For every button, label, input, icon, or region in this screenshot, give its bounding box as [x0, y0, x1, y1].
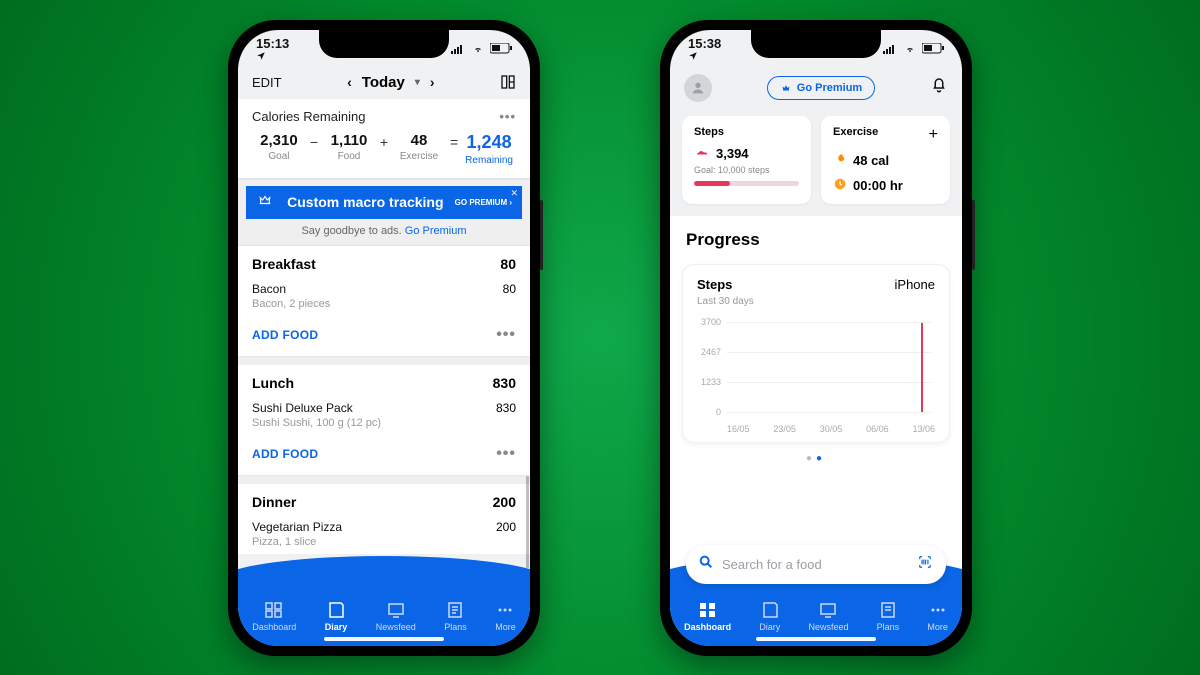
subpromo-text: Say goodbye to ads. Go Premium: [238, 221, 530, 245]
meal-total: 200: [493, 494, 516, 510]
promo-area: Custom macro tracking GO PREMIUM › ✕ Say…: [238, 179, 530, 246]
search-input[interactable]: Search for a food: [686, 545, 946, 584]
shoe-icon: [694, 146, 710, 161]
flame-icon: [833, 152, 847, 169]
wifi-icon: [903, 44, 917, 54]
promo-cta: GO PREMIUM ›: [455, 198, 512, 207]
steps-value: 3,394: [716, 146, 749, 161]
food-calories: 80: [503, 282, 516, 310]
food-item[interactable]: Sushi Deluxe PackSushi Sushi, 100 g (12 …: [238, 397, 530, 435]
crown-icon: [256, 193, 276, 212]
steps-chart: 3700 2467 1233 0 16/05 23/05 30/05 06/06…: [697, 319, 935, 434]
tab-diary[interactable]: Diary: [325, 602, 348, 632]
tab-dashboard[interactable]: Dashboard: [684, 602, 731, 632]
add-exercise-button[interactable]: +: [929, 126, 938, 144]
avatar[interactable]: [684, 74, 712, 102]
scrollbar[interactable]: [526, 476, 529, 568]
signal-icon: [883, 44, 898, 54]
steps-progress-bar: [694, 181, 799, 186]
status-time: 15:13: [256, 36, 289, 51]
screen-dashboard: 15:38 Go Premium Steps 3,394 Goal: 10,00…: [670, 30, 962, 646]
food-calories: 830: [496, 401, 516, 429]
meal-total: 830: [493, 375, 516, 391]
meal-section-dinner: Dinner 200 Vegetarian PizzaPizza, 1 slice…: [238, 484, 530, 554]
battery-icon: [490, 43, 512, 54]
go-premium-button[interactable]: Go Premium: [767, 76, 875, 100]
steps-chart-card[interactable]: Steps Last 30 days iPhone 3700 2467 1233…: [682, 264, 950, 443]
summary-cards: Steps 3,394 Goal: 10,000 steps Exercise+…: [670, 112, 962, 216]
prev-day-button[interactable]: ‹: [347, 74, 352, 90]
progress-section: Progress Steps Last 30 days iPhone 3700 …: [670, 216, 962, 568]
bell-icon[interactable]: [930, 76, 948, 99]
barcode-icon[interactable]: [916, 555, 934, 574]
home-indicator[interactable]: [324, 637, 444, 641]
chart-device: iPhone: [895, 277, 935, 307]
tab-bar: Dashboard Diary Newsfeed Plans More: [238, 568, 530, 646]
home-indicator[interactable]: [756, 637, 876, 641]
meal-name: Breakfast: [252, 256, 316, 272]
screen-diary: 15:13 EDIT ‹ Today ▾ › Calories Remainin…: [238, 30, 530, 646]
more-icon[interactable]: •••: [499, 109, 516, 124]
exercise-time: 00:00 hr: [853, 178, 903, 193]
food-item[interactable]: BaconBacon, 2 pieces 80: [238, 278, 530, 316]
chart-data-spike: [921, 323, 923, 412]
exercise-cal: 48 cal: [853, 153, 889, 168]
tab-newsfeed[interactable]: Newsfeed: [808, 602, 848, 632]
tab-more[interactable]: More: [927, 602, 948, 632]
tab-diary[interactable]: Diary: [759, 602, 780, 632]
tab-dashboard[interactable]: Dashboard: [252, 602, 296, 632]
tab-plans[interactable]: Plans: [877, 602, 900, 632]
close-icon[interactable]: ✕: [510, 188, 518, 199]
dashboard-header: Go Premium: [670, 68, 962, 112]
promo-banner[interactable]: Custom macro tracking GO PREMIUM › ✕: [246, 186, 522, 219]
edit-button[interactable]: EDIT: [252, 75, 282, 90]
search-icon: [698, 554, 714, 575]
add-food-button[interactable]: ADD FOOD: [252, 328, 318, 342]
date-dropdown-icon[interactable]: ▾: [415, 77, 420, 88]
steps-goal: Goal: 10,000 steps: [694, 165, 799, 175]
exercise-value: 48: [392, 132, 446, 149]
wifi-icon: [471, 44, 485, 54]
tab-newsfeed[interactable]: Newsfeed: [376, 602, 416, 632]
add-food-button[interactable]: ADD FOOD: [252, 447, 318, 461]
meal-section-breakfast: Breakfast 80 BaconBacon, 2 pieces 80 ADD …: [238, 246, 530, 357]
food-calories: 200: [496, 520, 516, 548]
meal-more-icon[interactable]: •••: [496, 445, 516, 463]
progress-heading: Progress: [670, 230, 962, 260]
steps-card[interactable]: Steps 3,394 Goal: 10,000 steps: [682, 116, 811, 204]
meal-name: Lunch: [252, 375, 294, 391]
meal-name: Dinner: [252, 494, 296, 510]
location-icon: [688, 51, 721, 61]
search-placeholder: Search for a food: [722, 557, 908, 572]
meal-section-lunch: Lunch 830 Sushi Deluxe PackSushi Sushi, 1…: [238, 365, 530, 476]
tab-plans[interactable]: Plans: [444, 602, 467, 632]
remaining-value: 1,248: [462, 132, 516, 153]
tab-more[interactable]: More: [495, 602, 516, 632]
food-value: 1,110: [322, 132, 376, 149]
date-label[interactable]: Today: [362, 74, 405, 91]
chart-title: Steps: [697, 277, 732, 292]
goal-value: 2,310: [252, 132, 306, 149]
phone-frame-left: 15:13 EDIT ‹ Today ▾ › Calories Remainin…: [228, 20, 540, 656]
exercise-card[interactable]: Exercise+ 48 cal 00:00 hr: [821, 116, 950, 204]
calories-remaining-panel: Calories Remaining ••• 2,310Goal − 1,110…: [238, 99, 530, 179]
nutrition-icon[interactable]: [500, 74, 516, 90]
clock-icon: [833, 177, 847, 194]
go-premium-link[interactable]: Go Premium: [405, 225, 467, 237]
meal-total: 80: [500, 256, 516, 272]
food-item[interactable]: Vegetarian PizzaPizza, 1 slice 200: [238, 516, 530, 554]
calories-remaining-heading: Calories Remaining: [252, 109, 365, 124]
location-icon: [256, 51, 289, 61]
diary-toolbar: EDIT ‹ Today ▾ ›: [238, 68, 530, 99]
meal-more-icon[interactable]: •••: [496, 326, 516, 344]
chart-subtitle: Last 30 days: [697, 296, 754, 307]
status-time: 15:38: [688, 36, 721, 51]
page-indicator[interactable]: ●●: [670, 443, 962, 474]
battery-icon: [922, 43, 944, 54]
phone-frame-right: 15:38 Go Premium Steps 3,394 Goal: 10,00…: [660, 20, 972, 656]
next-day-button[interactable]: ›: [430, 74, 435, 90]
signal-icon: [451, 44, 466, 54]
promo-text: Custom macro tracking: [286, 195, 445, 210]
